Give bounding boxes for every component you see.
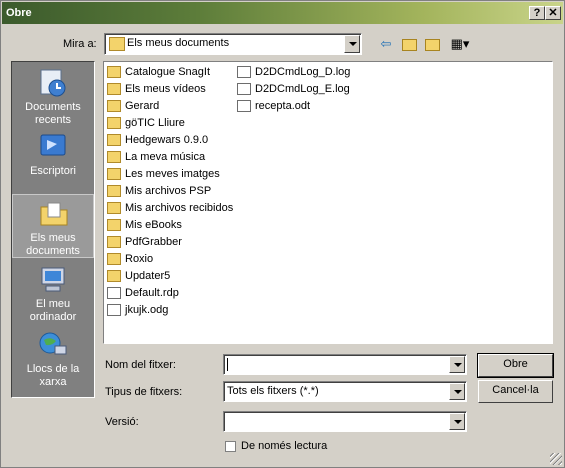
file-icon [107,304,121,316]
place-label: El meu ordinador [29,298,77,323]
folder-icon [107,253,121,265]
folder-icon [107,151,121,163]
up-folder-icon[interactable] [400,35,418,53]
filetype-dropdown[interactable]: Tots els fitxers (*.*) [223,381,467,402]
file-name: Mis eBooks [125,219,182,231]
my-documents-icon [109,37,125,51]
filetype-value: Tots els fitxers (*.*) [227,385,319,397]
place-label: Els meus documents [26,232,80,257]
file-name: Les meves imatges [125,168,220,180]
file-name: Hedgewars 0.9.0 [125,134,209,146]
file-icon [237,66,251,78]
folder-icon [107,117,121,129]
place-desktop[interactable]: Escriptori [12,128,94,192]
open-button[interactable]: Obre [477,353,554,378]
file-icon [237,83,251,95]
folder-icon [107,219,121,231]
filetype-label: Tipus de fitxers: [105,386,183,398]
desktop-icon [40,134,66,156]
folder-icon [107,236,121,248]
file-name: Catalogue SnagIt [125,66,211,78]
places-bar: Documents recents Escriptori Els meus do… [11,61,95,398]
file-name: Mis archivos PSP [125,185,212,197]
view-menu-icon[interactable]: ▦▾ [448,35,472,53]
place-label: Llocs de la xarxa [26,363,80,388]
file-list[interactable]: Catalogue SnagIt Els meus vídeos Gerard göT… [103,61,553,344]
my-computer-icon [41,267,65,292]
file-name: Mis archivos recibidos [125,202,234,214]
file-name: Updater5 [125,270,171,282]
file-name: Roxio [125,253,154,265]
back-arrow-icon[interactable]: ⇦ [377,35,395,53]
file-name: göTIC Lliure [125,117,185,129]
folder-icon [107,83,121,95]
file-icon [107,287,121,299]
filename-input[interactable] [223,354,467,375]
folder-icon [107,202,121,214]
file-name: PdfGrabber [125,236,182,248]
place-recent-documents[interactable]: Documents recents [12,64,94,128]
file-name: Els meus vídeos [125,83,206,95]
chevron-down-icon[interactable] [449,383,465,400]
open-dialog: Obre ? ✕ Mira a: Els meus documents ⇦ ▦▾… [0,0,565,468]
chevron-down-icon[interactable] [449,413,465,430]
version-label: Versió: [105,416,139,428]
file-name: recepta.odt [255,100,311,112]
file-name: jkujk.odg [125,304,169,316]
readonly-label: De només lectura [241,440,328,452]
cancel-button[interactable]: Cancel·la [478,380,553,403]
title-bar[interactable]: Obre ? ✕ [2,2,563,24]
close-button[interactable]: ✕ [545,6,561,20]
folder-icon [107,134,121,146]
file-name: Gerard [125,100,160,112]
file-name: Default.rdp [125,287,179,299]
file-icon [237,100,251,112]
folder-icon [107,100,121,112]
readonly-checkbox[interactable] [225,441,236,452]
folder-icon [107,270,121,282]
version-dropdown[interactable] [223,411,467,432]
filename-label: Nom del fitxer: [105,359,176,371]
recent-documents-icon [40,69,66,97]
look-in-value: Els meus documents [127,37,230,49]
look-in-label: Mira a: [63,38,97,50]
chevron-down-icon[interactable] [449,356,465,373]
look-in-dropdown[interactable]: Els meus documents [104,33,362,55]
network-places-icon [39,332,67,355]
folder-icon [107,185,121,197]
place-label: Documents recents [25,101,81,126]
text-caret [227,358,228,371]
file-name: D2DCmdLog_D.log [255,66,351,78]
place-label: Escriptori [30,165,76,177]
new-folder-icon[interactable] [423,35,441,53]
folder-icon [107,66,121,78]
file-name: D2DCmdLog_E.log [255,83,350,95]
file-name: La meva música [125,151,206,163]
window-title: Obre [6,7,32,19]
chevron-down-icon[interactable] [344,35,360,53]
place-my-documents[interactable]: Els meus documents [12,194,94,258]
help-button[interactable]: ? [529,6,545,20]
folder-icon [107,168,121,180]
resize-grip[interactable] [550,453,562,465]
my-documents-icon [40,202,68,226]
place-my-computer[interactable]: El meu ordinador [12,261,94,325]
place-network[interactable]: Llocs de la xarxa [12,326,94,390]
